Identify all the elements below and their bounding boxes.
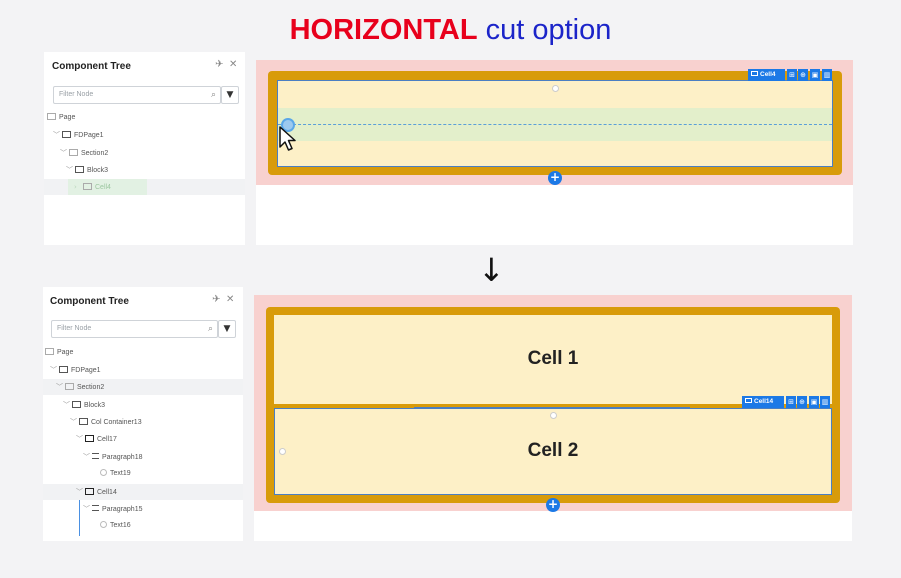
search-icon: ⌕	[207, 324, 213, 334]
close-icon[interactable]: ✕	[226, 294, 234, 305]
tree-item-section2[interactable]: ﹀ Section2	[43, 379, 243, 395]
pin-icon[interactable]: ✈	[215, 59, 223, 70]
chevron-down-icon: ﹀	[70, 418, 77, 426]
block-icon	[75, 165, 84, 173]
filter-placeholder: Filter Node	[59, 91, 94, 98]
chevron-down-icon: ﹀	[76, 435, 83, 443]
cell-divider	[414, 407, 690, 408]
plus-icon[interactable]: +	[548, 171, 562, 185]
tree-item-paragraph15[interactable]: ﹀ Paragraph15	[83, 501, 240, 517]
toolbar-icons[interactable]: ⊞	[787, 69, 797, 81]
cell-2-label: Cell 2	[527, 440, 579, 461]
tree-item-page[interactable]: Page	[47, 110, 242, 126]
filter-placeholder: Filter Node	[57, 325, 92, 332]
horizontal-cut-line	[278, 124, 832, 125]
tree-item-paragraph18[interactable]: ﹀ Paragraph18	[83, 449, 240, 465]
page-layout-icon	[59, 365, 68, 373]
cell-icon	[85, 434, 94, 442]
cell-icon	[751, 70, 758, 76]
block-icon	[72, 400, 81, 408]
tree-item-block3[interactable]: ﹀ Block3	[66, 162, 242, 178]
paragraph-icon	[92, 453, 99, 460]
search-icon: ⌕	[210, 90, 216, 100]
filter-node-input[interactable]: Filter Node ⌕	[53, 86, 221, 104]
heading-keyword: HORIZONTAL	[289, 14, 478, 46]
panel-title: Component Tree	[50, 296, 129, 307]
cell-icon	[745, 397, 752, 403]
page-layout-icon	[62, 130, 71, 138]
panel-title: Component Tree	[52, 61, 131, 72]
lock-icon[interactable]: ⊕	[797, 396, 807, 408]
chevron-down-icon: ﹀	[83, 453, 90, 461]
component-tree-panel-bottom: Component Tree ✈ ✕ Filter Node ⌕ ▼ Page …	[43, 287, 243, 541]
cell-1-label: Cell 1	[527, 348, 579, 369]
chevron-down-icon: ﹀	[66, 166, 73, 174]
delete-icon[interactable]: ▥	[820, 396, 830, 408]
tree-item-page[interactable]: Page	[45, 345, 240, 361]
filter-node-input[interactable]: Filter Node ⌕	[51, 320, 218, 338]
selected-cell-badge[interactable]: Cell4	[748, 69, 785, 81]
text-icon	[100, 468, 107, 476]
top-resize-handle[interactable]	[552, 85, 559, 92]
left-resize-handle[interactable]	[279, 448, 286, 455]
cursor-icon	[279, 126, 296, 151]
chevron-right-icon: ›	[74, 183, 77, 191]
toolbar-icons[interactable]: ⊞	[786, 396, 796, 408]
plus-icon[interactable]: +	[546, 498, 560, 512]
page-heading: HORIZONTAL cut option	[0, 14, 901, 47]
paragraph-icon	[92, 505, 99, 512]
col-container-icon	[79, 417, 88, 425]
tree-item-col-container13[interactable]: ﹀ Col Container13	[70, 414, 240, 430]
tree-guide-line	[79, 500, 80, 536]
save-icon[interactable]: ▣	[809, 396, 819, 408]
chevron-down-icon: ﹀	[60, 149, 67, 157]
cell17-area[interactable]: Cell 1	[274, 315, 832, 404]
chevron-down-icon: ﹀	[83, 505, 90, 513]
tree-item-fdpage1[interactable]: ﹀ FDPage1	[53, 127, 242, 143]
top-resize-handle[interactable]	[550, 412, 557, 419]
tree-item-cell17[interactable]: ﹀ Cell17	[76, 431, 240, 447]
tree-item-text19[interactable]: Text19	[100, 466, 240, 482]
component-tree-panel-top: Component Tree ✈ ✕ Filter Node ⌕ ▼ Page …	[44, 52, 245, 245]
delete-icon[interactable]: ▥	[822, 69, 832, 81]
heading-rest: cut option	[477, 14, 612, 46]
pin-icon[interactable]: ✈	[212, 294, 220, 305]
tree-item-block3[interactable]: ﹀ Block3	[63, 397, 240, 413]
down-arrow-icon: ↓	[478, 251, 505, 289]
tree-item-section2[interactable]: ﹀ Section2	[60, 145, 242, 161]
filter-icon[interactable]: ▼	[221, 86, 239, 104]
section-icon	[69, 148, 78, 156]
selected-cell-badge[interactable]: Cell14	[742, 396, 784, 408]
close-icon[interactable]: ✕	[229, 59, 237, 70]
section-icon	[65, 382, 74, 390]
tree-item-fdpage1[interactable]: ﹀ FDPage1	[50, 362, 240, 378]
filter-icon[interactable]: ▼	[218, 320, 236, 338]
tree-item-cell14[interactable]: ﹀ Cell14	[43, 484, 243, 500]
chevron-down-icon: ﹀	[50, 366, 57, 374]
save-icon[interactable]: ▣	[810, 69, 820, 81]
chevron-down-icon: ﹀	[76, 488, 83, 496]
chevron-down-icon: ﹀	[56, 383, 63, 391]
cell14-area[interactable]: Cell 2	[274, 408, 832, 495]
cell-icon	[83, 182, 92, 190]
chevron-down-icon: ﹀	[63, 401, 70, 409]
tree-item-cell4[interactable]: › Cell4	[68, 179, 147, 195]
lock-icon[interactable]: ⊕	[798, 69, 808, 81]
text-icon	[100, 520, 107, 528]
cell-icon	[85, 487, 94, 495]
page-icon	[45, 347, 54, 355]
page-icon	[47, 112, 56, 120]
chevron-down-icon: ﹀	[53, 131, 60, 139]
tree-item-text16[interactable]: Text16	[100, 518, 240, 534]
